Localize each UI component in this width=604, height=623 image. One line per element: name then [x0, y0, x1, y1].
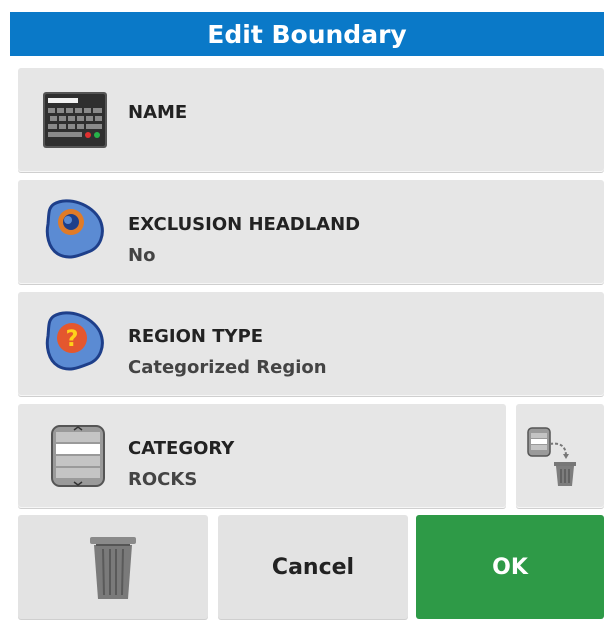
ok-label: OK [492, 554, 528, 580]
dialog-title: Edit Boundary [207, 19, 407, 49]
exclusion-headland-icon [45, 199, 104, 259]
category-value: ROCKS [128, 469, 198, 490]
trash-icon [90, 537, 136, 599]
category-label: CATEGORY [128, 438, 235, 459]
edit-boundary-dialog: Edit Boundary NAME EXCLUSION HEADLAND No… [10, 12, 604, 623]
name-label: NAME [128, 102, 188, 123]
exclusion-headland-button[interactable]: EXCLUSION HEADLAND No [18, 180, 604, 284]
delete-category-icon [527, 427, 576, 486]
cancel-label: Cancel [271, 554, 355, 580]
exclusion-headland-label: EXCLUSION HEADLAND [128, 214, 361, 235]
region-type-label: REGION TYPE [128, 326, 264, 347]
region-type-value: Categorized Region [128, 357, 327, 378]
category-button[interactable]: CATEGORY ROCKS [18, 404, 506, 508]
region-type-button[interactable]: ? REGION TYPE Categorized Region [18, 292, 604, 396]
ok-button[interactable]: OK [416, 515, 604, 619]
category-list-icon [51, 425, 105, 487]
svg-text:?: ? [66, 327, 79, 352]
cancel-button[interactable]: Cancel [218, 515, 408, 619]
delete-category-button[interactable] [516, 404, 604, 508]
region-type-icon: ? [45, 311, 104, 371]
delete-boundary-button[interactable] [18, 515, 208, 619]
exclusion-headland-value: No [128, 245, 156, 266]
dialog-title-bar: Edit Boundary [10, 12, 604, 56]
name-button[interactable]: NAME [18, 68, 604, 172]
keyboard-icon [43, 92, 107, 148]
